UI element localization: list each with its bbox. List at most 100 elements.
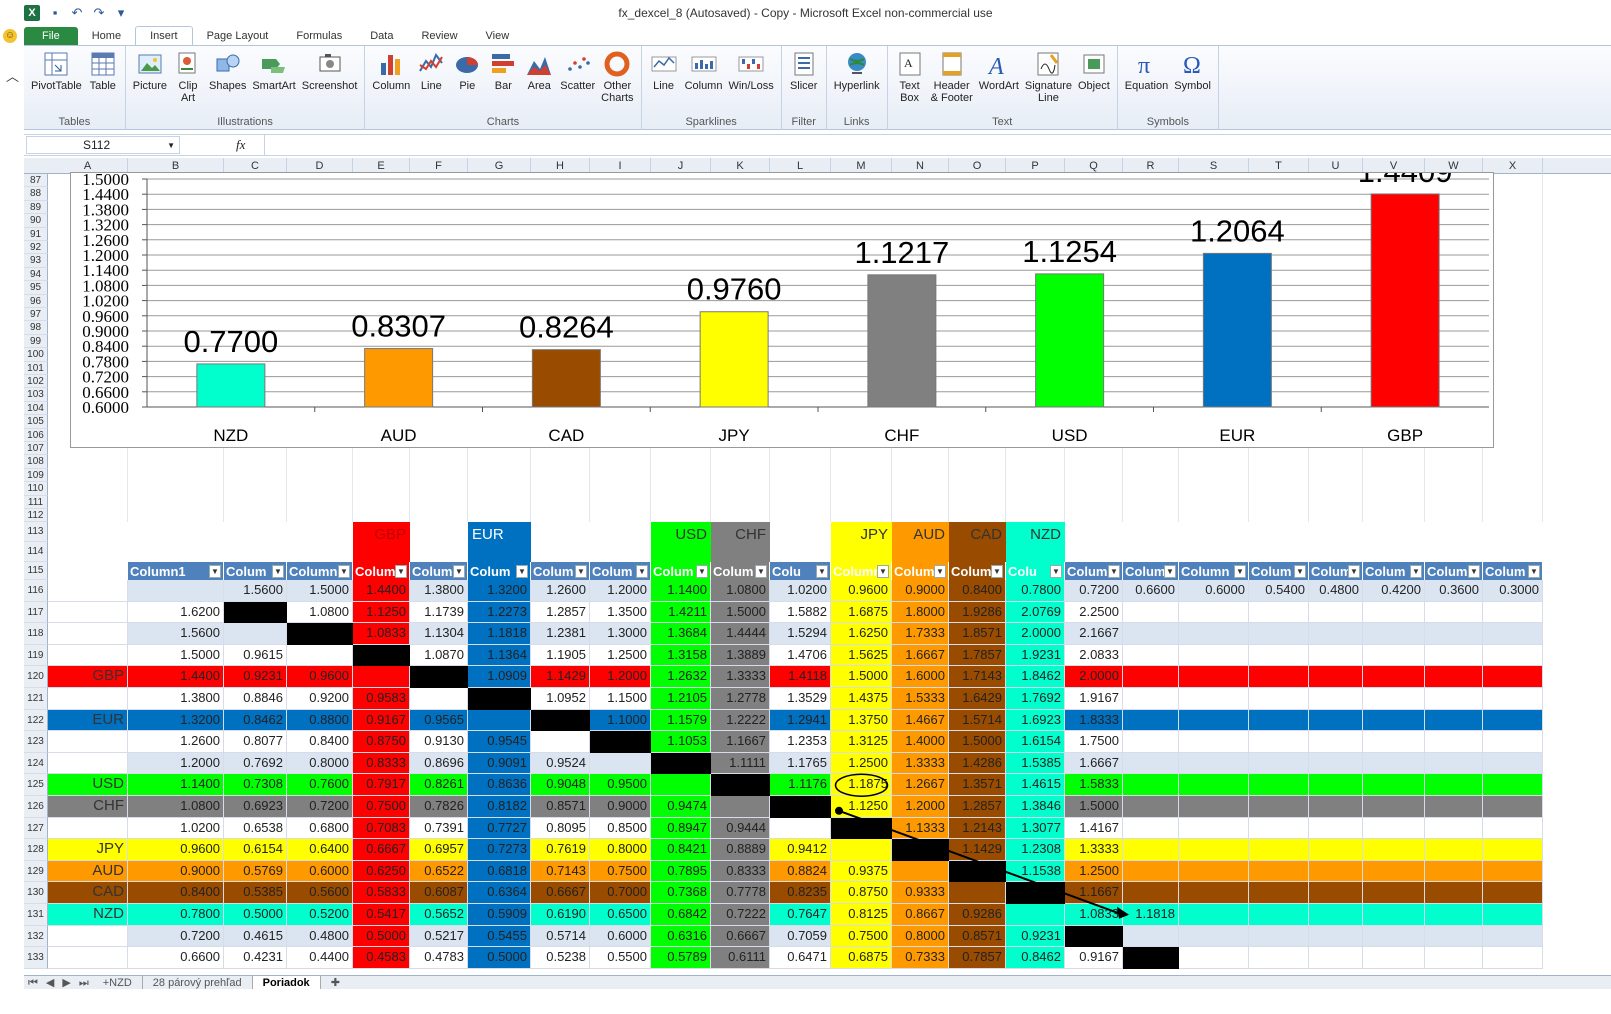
table-cell[interactable]: 1.0870 [410, 644, 468, 667]
filter-dropdown-icon[interactable]: ▼ [1234, 565, 1246, 578]
table-cell[interactable]: 1.7333 [892, 623, 949, 645]
table-column-header[interactable]: Colum ▼ [1425, 562, 1483, 580]
table-column-header[interactable]: Colum ▼ [531, 562, 590, 580]
table-cell[interactable]: 0.7800 [128, 904, 224, 926]
table-cell[interactable]: 0.8750 [353, 731, 410, 753]
table-cell[interactable]: 1.5625 [831, 644, 892, 667]
row-header[interactable]: 89 [24, 200, 48, 215]
table-cell[interactable]: 1.2381 [531, 623, 590, 645]
sheet-tab[interactable]: Poriadok [252, 975, 321, 990]
table-cell[interactable] [1006, 904, 1065, 926]
table-cell[interactable] [1249, 731, 1309, 753]
table-cell[interactable] [651, 774, 711, 796]
table-cell[interactable] [1249, 623, 1309, 645]
table-cell[interactable]: 0.9167 [1065, 947, 1123, 969]
row-header[interactable]: 94 [24, 267, 48, 282]
table-cell[interactable]: 0.6364 [468, 882, 531, 904]
table-cell[interactable]: 2.0769 [1006, 601, 1065, 624]
filter-dropdown-icon[interactable]: ▼ [209, 565, 221, 578]
table-cell[interactable]: 1.9286 [949, 601, 1006, 624]
table-cell[interactable]: 0.6818 [468, 860, 531, 883]
table-cell[interactable] [1249, 666, 1309, 688]
table-cell[interactable]: 1.8571 [949, 623, 1006, 645]
table-cell[interactable]: 1.5333 [892, 688, 949, 710]
table-cell[interactable]: 1.3158 [651, 644, 711, 667]
table-cell[interactable] [1249, 947, 1309, 969]
table-cell[interactable]: 0.6000 [1179, 580, 1249, 602]
row-header[interactable]: 107 [24, 442, 48, 456]
table-cell[interactable] [1363, 860, 1425, 883]
table-cell[interactable] [1363, 709, 1425, 732]
table-cell[interactable] [1363, 731, 1425, 753]
table-cell[interactable]: 1.2778 [711, 688, 770, 710]
table-cell[interactable]: 0.7059 [770, 925, 831, 948]
next-sheet-icon[interactable]: ▶ [58, 976, 74, 990]
name-box[interactable]: S112 ▼ [26, 136, 180, 154]
table-column-header[interactable]: Column ▼ [287, 562, 353, 580]
table-cell[interactable]: 0.4783 [410, 947, 468, 969]
table-cell[interactable] [1483, 709, 1543, 732]
table-cell[interactable]: 1.2308 [1006, 839, 1065, 861]
table-cell[interactable]: 0.6842 [651, 904, 711, 926]
table-cell[interactable] [1179, 796, 1249, 818]
table-cell[interactable] [1363, 882, 1425, 904]
table-cell[interactable]: 1.4706 [770, 644, 831, 667]
table-cell[interactable]: 0.8333 [711, 860, 770, 883]
collapse-ribbon-icon[interactable]: ︿ [6, 66, 19, 85]
filter-dropdown-icon[interactable]: ▼ [338, 565, 350, 578]
table-cell[interactable]: 0.6667 [353, 839, 410, 861]
table-cell[interactable]: 0.7500 [590, 860, 651, 883]
row-header[interactable]: 91 [24, 227, 48, 241]
row-header[interactable]: 117 [24, 601, 48, 624]
table-cell[interactable]: 1.4400 [353, 580, 410, 602]
table-cell[interactable]: 2.0000 [1006, 623, 1065, 645]
table-cell[interactable] [1425, 688, 1483, 710]
table-cell[interactable]: 1.5600 [128, 623, 224, 645]
row-header[interactable]: 92 [24, 241, 48, 255]
table-cell[interactable] [1123, 817, 1179, 840]
table-cell[interactable]: 1.2222 [711, 709, 770, 732]
table-cell[interactable] [287, 644, 353, 667]
table-cell[interactable] [1179, 925, 1249, 948]
table-cell[interactable]: 0.7143 [531, 860, 590, 883]
table-cell[interactable]: 1.3684 [651, 623, 711, 645]
table-cell[interactable]: 1.6154 [1006, 731, 1065, 753]
table-cell[interactable]: 0.8824 [770, 860, 831, 883]
table-cell[interactable]: 1.5000 [711, 601, 770, 624]
table-cell[interactable]: 1.1250 [353, 601, 410, 624]
table-cell[interactable] [1363, 644, 1425, 667]
row-header[interactable]: 129 [24, 860, 48, 883]
table-cell[interactable]: 0.5789 [651, 947, 711, 969]
table-cell[interactable] [1425, 731, 1483, 753]
table-cell[interactable] [1363, 904, 1425, 926]
table-cell[interactable] [1425, 709, 1483, 732]
row-header[interactable]: 93 [24, 254, 48, 268]
table-cell[interactable]: 0.4615 [224, 925, 287, 948]
table-cell[interactable]: 0.9600 [287, 666, 353, 688]
table-cell[interactable] [770, 817, 831, 840]
table-column-header[interactable]: Colum ▼ [468, 562, 531, 580]
table-cell[interactable]: 0.7826 [410, 796, 468, 818]
table-cell[interactable]: 0.7391 [410, 817, 468, 840]
tab-page-layout[interactable]: Page Layout [193, 27, 283, 45]
table-cell[interactable]: 0.5417 [353, 904, 410, 926]
table-cell[interactable] [1483, 839, 1543, 861]
filter-dropdown-icon[interactable]: ▼ [453, 565, 465, 578]
table-cell[interactable]: 1.5385 [1006, 752, 1065, 775]
table-cell[interactable] [1179, 947, 1249, 969]
table-cell[interactable] [1425, 623, 1483, 645]
table-cell[interactable]: 1.5600 [224, 580, 287, 602]
table-cell[interactable] [1483, 796, 1543, 818]
table-cell[interactable]: 1.1176 [770, 774, 831, 796]
tab-view[interactable]: View [472, 27, 524, 45]
table-cell[interactable]: 1.4667 [892, 709, 949, 732]
table-cell[interactable]: 0.6667 [531, 882, 590, 904]
table-cell[interactable]: 0.6957 [410, 839, 468, 861]
table-cell[interactable]: 1.1538 [1006, 860, 1065, 883]
table-cell[interactable] [1483, 644, 1543, 667]
table-column-header[interactable]: Colum ▼ [1065, 562, 1123, 580]
table-cell[interactable]: 0.9565 [410, 709, 468, 732]
table-cell[interactable]: 0.3000 [1483, 580, 1543, 602]
table-cell[interactable]: 1.5000 [128, 644, 224, 667]
table-cell[interactable] [949, 882, 1006, 904]
